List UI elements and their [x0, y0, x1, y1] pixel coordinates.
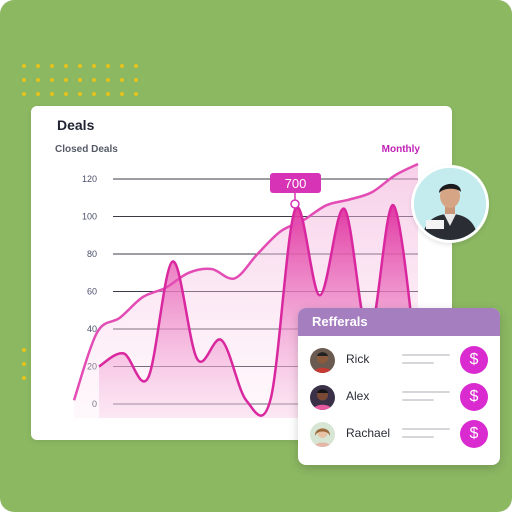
dollar-icon[interactable]: $: [460, 346, 488, 374]
referral-row[interactable]: Rick $: [298, 342, 500, 378]
referral-name: Alex: [346, 389, 370, 403]
placeholder-line: [402, 428, 450, 430]
referrals-title: Refferals: [298, 308, 500, 336]
referral-name: Rick: [346, 352, 370, 366]
referral-row[interactable]: Alex $: [298, 379, 500, 415]
avatar: [310, 348, 335, 373]
referrals-card: Refferals Rick $ Alex $ Rachael $: [298, 308, 500, 465]
y-tick-label: 120: [82, 174, 97, 184]
page: Deals Closed Deals Monthly 1201008060402…: [0, 0, 512, 512]
avatar: [310, 422, 335, 447]
y-tick-label: 60: [87, 287, 97, 297]
placeholder-line: [402, 354, 450, 356]
avatar: [310, 385, 335, 410]
referral-row[interactable]: Rachael $: [298, 416, 500, 452]
tooltip: 700: [270, 173, 321, 209]
placeholder-line: [402, 362, 434, 364]
tooltip-point: [290, 199, 300, 209]
placeholder-line: [402, 391, 450, 393]
y-tick-label: 40: [87, 324, 97, 334]
y-tick-label: 80: [87, 249, 97, 259]
placeholder-line: [402, 399, 434, 401]
dollar-icon[interactable]: $: [460, 383, 488, 411]
user-avatar: [411, 165, 489, 243]
tooltip-label: 700: [285, 176, 307, 191]
dollar-icon[interactable]: $: [460, 420, 488, 448]
placeholder-line: [402, 436, 434, 438]
y-tick-label: 100: [82, 212, 97, 222]
referral-name: Rachael: [346, 426, 391, 440]
